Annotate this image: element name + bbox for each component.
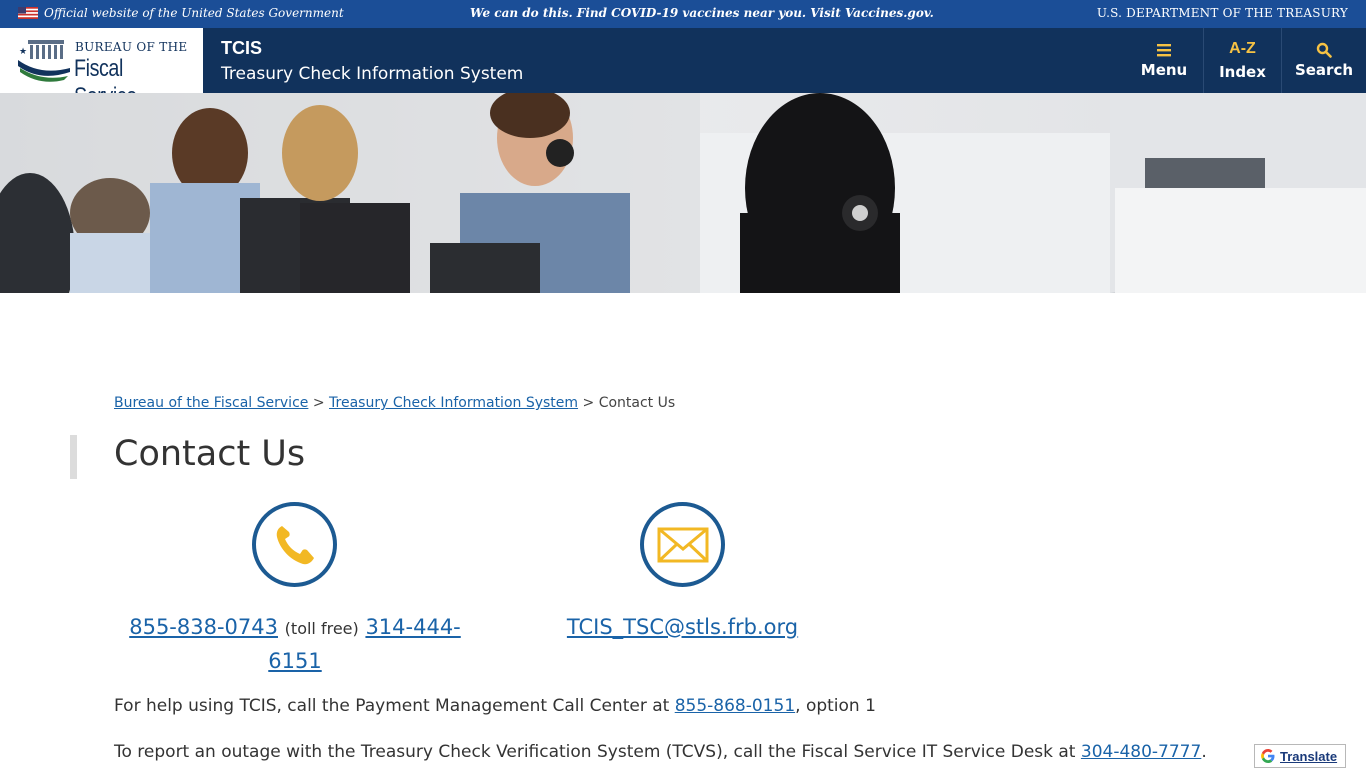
search-icon xyxy=(1316,42,1332,58)
help-text-prefix: For help using TCIS, call the Payment Ma… xyxy=(114,696,670,716)
help-text-suffix: , option 1 xyxy=(795,696,876,716)
email-link[interactable]: TCIS_TSC@stls.frb.org xyxy=(567,615,798,639)
site-header: ★ BUREAU OF THE Fiscal Service TCIS Trea… xyxy=(0,28,1366,110)
payment-management-help-text: For help using TCIS, call the Payment Ma… xyxy=(114,696,876,716)
hamburger-icon xyxy=(1157,44,1171,57)
mail-circle xyxy=(640,502,725,587)
site-title[interactable]: TCIS xyxy=(221,38,262,59)
menu-label: Menu xyxy=(1140,61,1188,79)
us-flag-icon xyxy=(18,7,38,19)
breadcrumb: Bureau of the Fiscal Service > Treasury … xyxy=(114,395,675,411)
breadcrumb-tcis-link[interactable]: Treasury Check Information System xyxy=(329,395,578,411)
breadcrumb-fiscal-service-link[interactable]: Bureau of the Fiscal Service xyxy=(114,395,308,411)
menu-button[interactable]: Menu xyxy=(1125,28,1203,93)
svg-text:★: ★ xyxy=(19,47,27,57)
translate-label: Translate xyxy=(1280,748,1338,764)
index-button[interactable]: A-Z Index xyxy=(1203,28,1281,93)
site-subtitle[interactable]: Treasury Check Information System xyxy=(221,64,523,84)
treasury-department-link[interactable]: U.S. DEPARTMENT OF THE TREASURY xyxy=(1097,6,1348,20)
covid-vaccine-notice[interactable]: We can do this. Find COVID-19 vaccines n… xyxy=(470,6,934,20)
fiscal-service-logo[interactable]: ★ BUREAU OF THE Fiscal Service xyxy=(0,28,203,110)
breadcrumb-current: Contact Us xyxy=(598,395,676,411)
index-label: Index xyxy=(1219,63,1266,81)
outage-text-suffix: . xyxy=(1201,742,1207,762)
a-z-icon: A-Z xyxy=(1229,40,1256,57)
outage-report-text: To report an outage with the Treasury Ch… xyxy=(114,742,1207,762)
call-center-illustration xyxy=(0,93,1366,293)
page-title: Contact Us xyxy=(114,434,306,474)
phone-circle xyxy=(252,502,337,587)
breadcrumb-separator: > xyxy=(582,395,595,411)
phone-numbers: 855-838-0743 (toll free) 314-444-6151 xyxy=(114,611,476,677)
title-accent-bar xyxy=(70,435,77,479)
fiscal-service-logo-icon: ★ xyxy=(18,40,70,82)
search-button[interactable]: Search xyxy=(1281,28,1366,93)
breadcrumb-separator: > xyxy=(312,395,325,411)
search-label: Search xyxy=(1294,61,1354,79)
hero-image-call-center xyxy=(0,93,1366,293)
call-center-phone-link[interactable]: 855-868-0151 xyxy=(675,696,795,716)
logo-bureau-text: BUREAU OF THE xyxy=(75,40,188,54)
google-g-icon xyxy=(1261,749,1275,763)
envelope-icon xyxy=(657,527,708,562)
outage-text-prefix: To report an outage with the Treasury Ch… xyxy=(114,742,1076,762)
translate-widget[interactable]: Translate xyxy=(1254,744,1346,768)
official-site-notice: Official website of the United States Go… xyxy=(18,6,344,20)
official-site-text: Official website of the United States Go… xyxy=(44,6,344,20)
toll-free-label: (toll free) xyxy=(284,619,359,638)
toll-free-phone-link[interactable]: 855-838-0743 xyxy=(129,615,278,639)
phone-icon xyxy=(276,525,314,564)
gov-banner: Official website of the United States Go… xyxy=(0,0,1366,28)
email-contact: TCIS_TSC@stls.frb.org xyxy=(540,611,825,643)
it-service-desk-phone-link[interactable]: 304-480-7777 xyxy=(1081,742,1201,762)
